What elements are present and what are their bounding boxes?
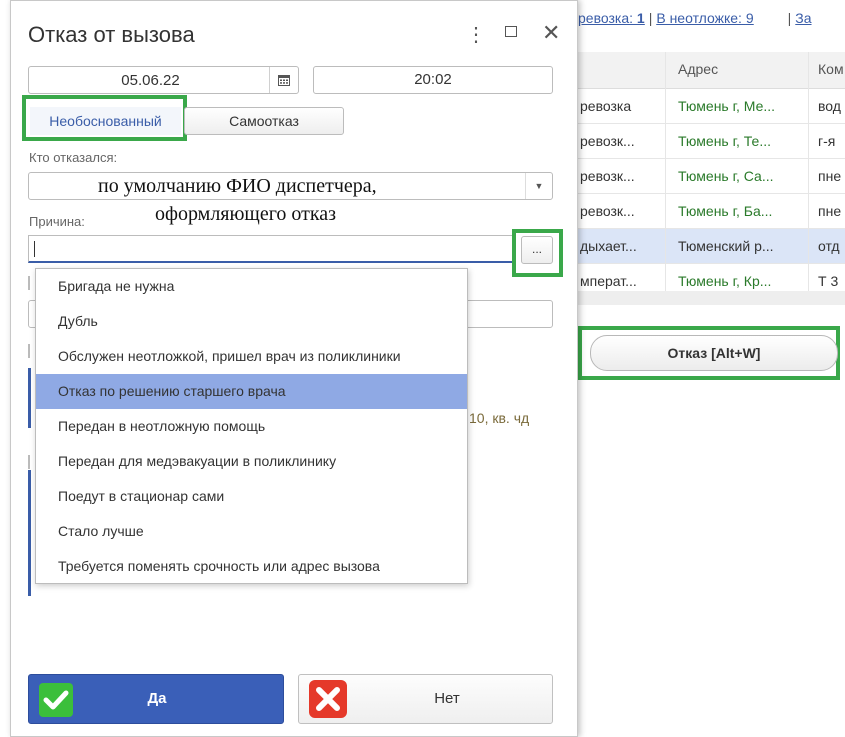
link-other[interactable]: За xyxy=(795,10,811,26)
calls-table: Адрес Ком ревозка Тюмень г, Ме... вод рево… xyxy=(578,52,845,299)
list-item[interactable]: Требуется поменять срочность или адрес в… xyxy=(36,549,467,584)
list-item[interactable]: Бригада не нужна xyxy=(36,269,467,304)
yes-button[interactable]: Да xyxy=(28,674,284,724)
hidden-field-marker xyxy=(28,455,30,469)
annotation-line-2: оформляющего отказ xyxy=(155,203,337,225)
reason-dropdown-list: Бригада не нужна Дубль Обслужен неотложк… xyxy=(35,268,468,584)
table-row[interactable]: ревозка Тюмень г, Ме... вод xyxy=(578,89,845,124)
column-address[interactable]: Адрес xyxy=(678,61,718,77)
column-comment[interactable]: Ком xyxy=(818,61,844,77)
link-urgent[interactable]: В неотложке: 9 xyxy=(656,10,753,26)
text-cursor xyxy=(34,241,35,257)
list-item[interactable]: Обслужен неотложкой, пришел врач из поли… xyxy=(36,339,467,374)
date-value: 05.06.22 xyxy=(121,72,180,89)
list-item[interactable]: Передан в неотложную помощь xyxy=(36,409,467,444)
annotation-line-1: по умолчанию ФИО диспетчера, xyxy=(98,175,377,197)
close-icon[interactable]: ✕ xyxy=(542,20,560,46)
column-divider xyxy=(665,52,666,292)
date-field[interactable]: 05.06.22 xyxy=(28,66,299,94)
refuse-button[interactable]: Отказ [Alt+W] xyxy=(590,335,838,371)
maximize-icon[interactable] xyxy=(505,26,517,37)
calendar-icon[interactable] xyxy=(269,67,298,93)
list-item[interactable]: Дубль xyxy=(36,304,467,339)
list-item[interactable]: Поедут в стационар сами xyxy=(36,479,467,514)
hidden-field-marker xyxy=(28,344,30,358)
list-item[interactable]: Передан для медэвакуации в поликлинику xyxy=(36,444,467,479)
tab-unfounded[interactable]: Необоснованный xyxy=(30,107,181,135)
table-header: Адрес Ком xyxy=(578,52,845,89)
tab-self-refusal[interactable]: Самоотказ xyxy=(184,107,344,135)
list-item-highlighted[interactable]: Отказ по решению старшего врача xyxy=(36,374,467,409)
reason-label: Причина: xyxy=(29,214,85,229)
group-bar xyxy=(28,368,31,428)
table-row[interactable]: ревозк... Тюмень г, Ба... пне xyxy=(578,194,845,229)
partial-address-text: 10, кв. чд xyxy=(469,410,530,426)
list-item[interactable]: Стало лучше xyxy=(36,514,467,549)
table-row[interactable]: ревозк... Тюмень г, Те... г-я xyxy=(578,124,845,159)
no-label: Нет xyxy=(434,690,460,707)
dialog-title: Отказ от вызова xyxy=(28,22,195,47)
yes-label: Да xyxy=(147,690,167,707)
table-row[interactable]: ревозк... Тюмень г, Са... пне xyxy=(578,159,845,194)
reason-input[interactable] xyxy=(28,235,513,263)
group-bar xyxy=(28,470,31,596)
time-field[interactable]: 20:02 xyxy=(313,66,553,94)
column-divider xyxy=(808,52,809,292)
horizontal-scrollbar[interactable] xyxy=(578,291,845,305)
chevron-down-icon[interactable]: ▼ xyxy=(525,173,552,199)
no-button[interactable]: Нет xyxy=(298,674,553,724)
table-row-selected[interactable]: дыхает... Тюменский р... отд xyxy=(578,229,845,264)
more-menu-icon[interactable]: ⋮ xyxy=(466,22,486,47)
queue-links: ревозка: 1 | В неотложке: 9 | За xyxy=(578,10,812,26)
hidden-field-marker xyxy=(28,276,30,290)
link-transport[interactable]: ревозка: 1 xyxy=(578,10,645,26)
select-reason-button[interactable]: ... xyxy=(521,236,553,264)
who-refused-label: Кто отказался: xyxy=(29,150,118,165)
